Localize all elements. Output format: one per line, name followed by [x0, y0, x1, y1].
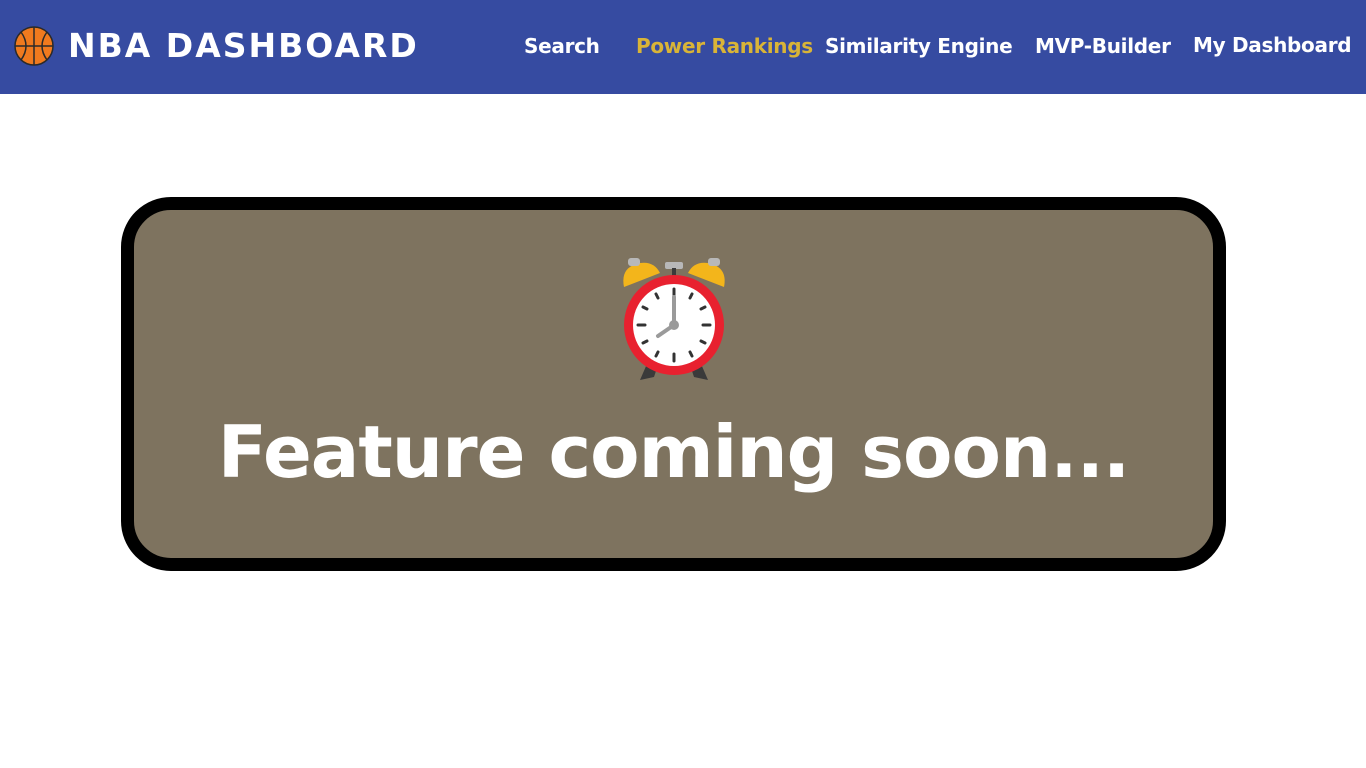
top-nav-bar: NBA DASHBOARD Search Power Rankings Simi… [0, 0, 1366, 94]
nav-my-dashboard-link[interactable]: My Dashboard [1193, 29, 1352, 61]
nav-mvp-builder-link[interactable]: MVP-Builder [1035, 30, 1171, 62]
nav-similarity-engine-link[interactable]: Similarity Engine [825, 30, 1013, 62]
brand-title: NBA DASHBOARD [68, 26, 419, 65]
nav-power-rankings-link[interactable]: Power Rankings [636, 30, 813, 62]
coming-soon-message: Feature coming soon... [217, 410, 1131, 494]
alarm-clock-icon [623, 258, 725, 380]
basketball-icon [14, 26, 54, 66]
nav-search-link[interactable]: Search [524, 30, 600, 62]
brand-logo-link[interactable]: NBA DASHBOARD [14, 26, 419, 66]
